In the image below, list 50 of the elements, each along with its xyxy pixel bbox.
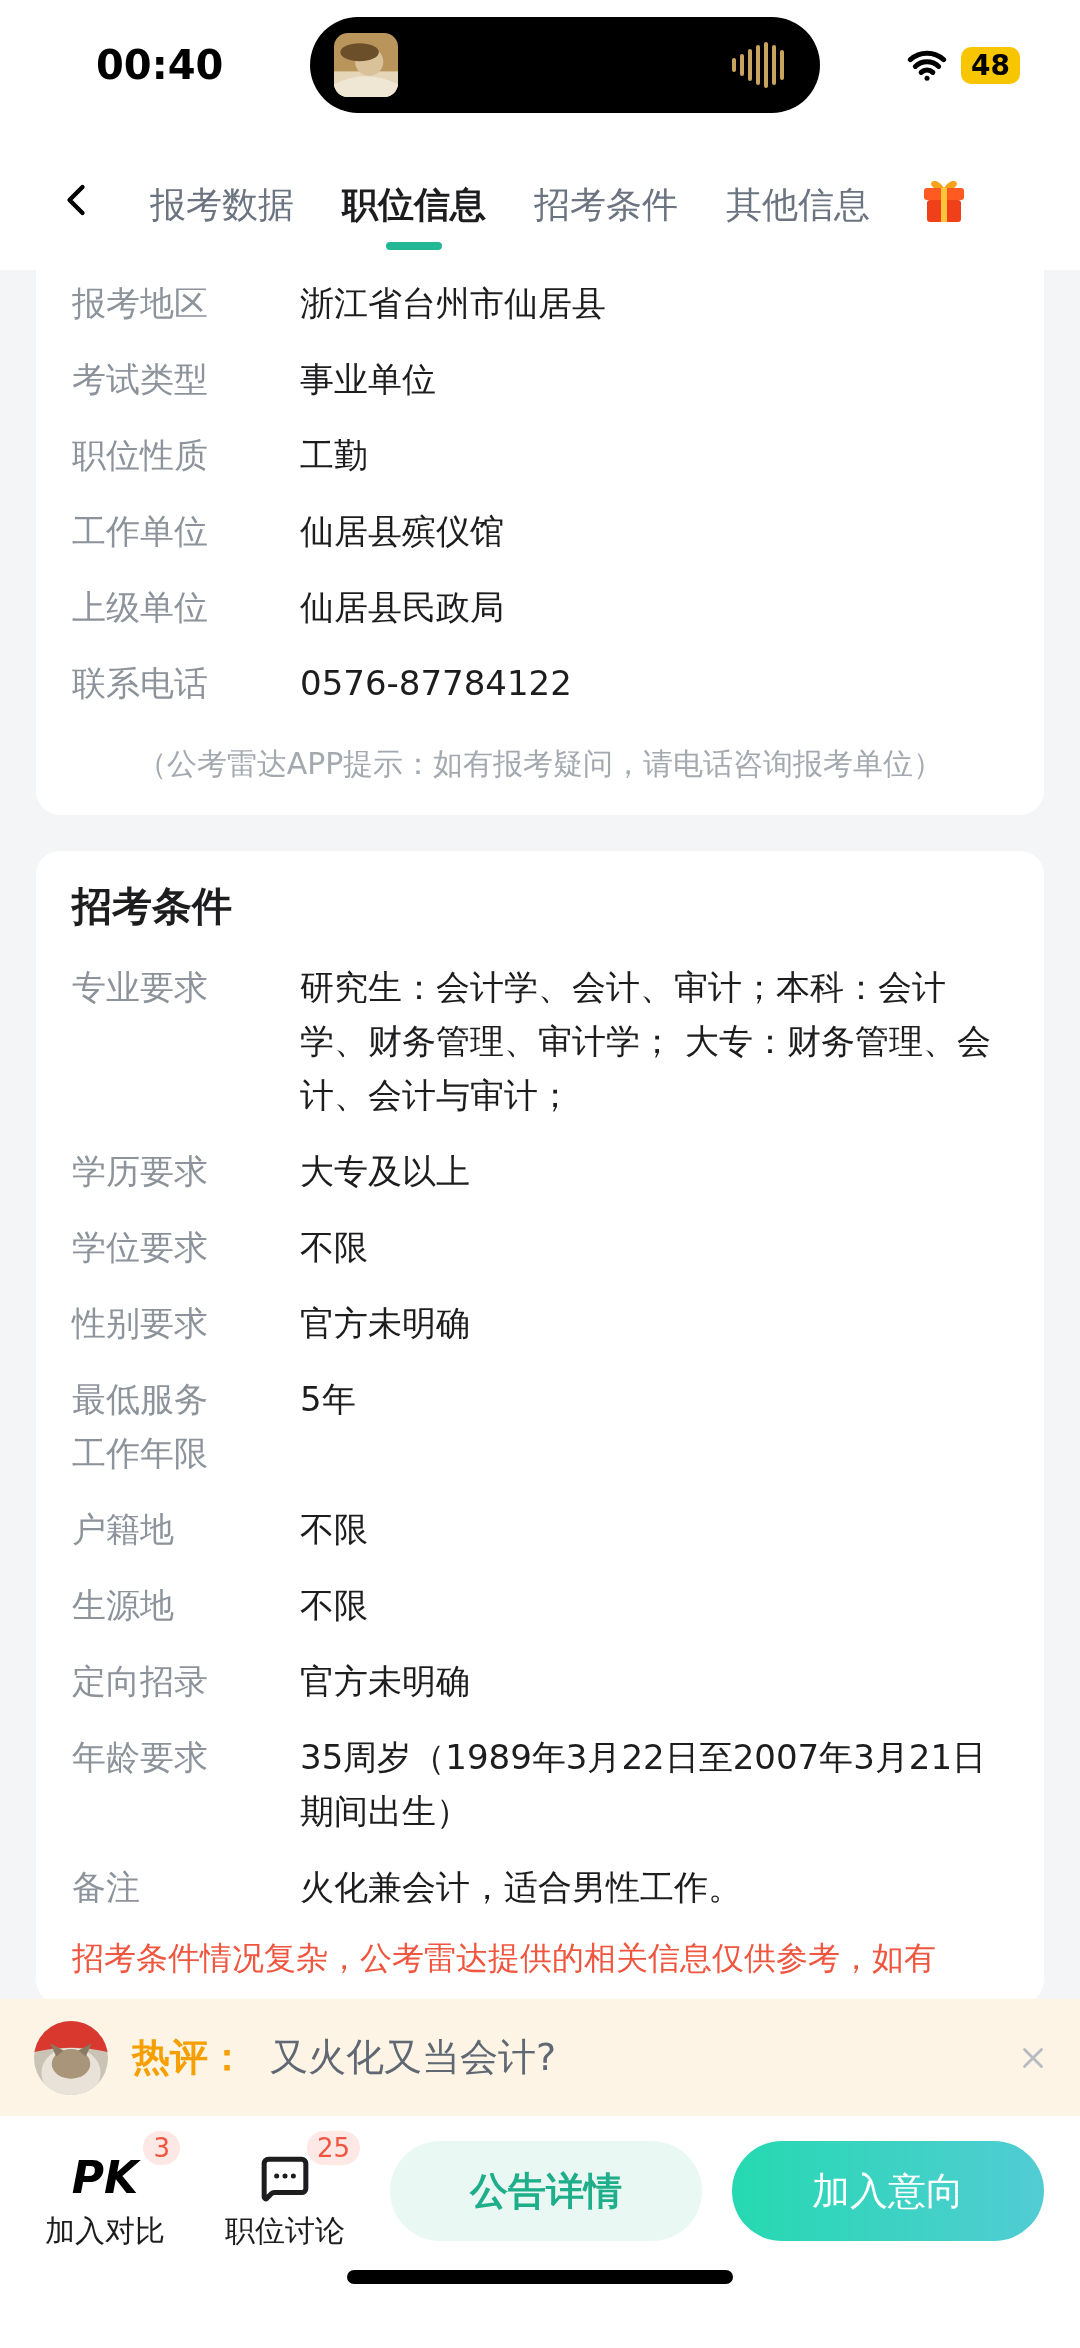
pk-icon: PK <box>71 2152 139 2203</box>
field-value: 工勤 <box>300 434 369 477</box>
field-label: 工作单位 <box>72 510 209 553</box>
count-badge: 25 <box>306 2130 360 2165</box>
field-label: 联系电话 <box>72 662 209 705</box>
field-value: 大专及以上 <box>300 1150 471 1193</box>
field-label: 专业要求 <box>72 966 209 1009</box>
field-label: 学历要求 <box>72 1150 209 1193</box>
field-value: 5年 <box>300 1378 357 1421</box>
field-value: 火化兼会计，适合男性工作。 <box>300 1866 743 1909</box>
discussion-button[interactable]: 职位讨论 25 <box>210 2130 360 2252</box>
battery-level: 48 <box>961 46 1020 84</box>
field-value: 官方未明确 <box>300 1302 471 1345</box>
field-label: 年龄要求 <box>72 1736 209 1779</box>
field-label: 学位要求 <box>72 1226 209 1269</box>
field-label: 考试类型 <box>72 358 209 401</box>
field-value: 不限 <box>300 1508 369 1551</box>
clock-time: 00:40 <box>96 42 224 88</box>
field-label: 职位性质 <box>72 434 209 477</box>
field-label: 报考地区 <box>72 282 209 325</box>
tab[interactable]: 报考数据 <box>150 150 294 250</box>
compare-button[interactable]: PK 加入对比 3 <box>30 2130 180 2252</box>
hot-comment-text: 又火化又当会计? <box>270 2034 558 2081</box>
warning-text: 招考条件情况复杂，公考雷达提供的相关信息仅供参考，如有 <box>72 1938 937 1979</box>
field-value: 仙居县殡仪馆 <box>300 510 505 553</box>
tab[interactable]: 其他信息 <box>726 150 870 250</box>
hot-comment-banner[interactable]: 热评： 又火化又当会计? <box>0 1999 1080 2116</box>
field-value: 0576-87784122 <box>300 662 573 705</box>
field-value: 仙居县民政局 <box>300 586 505 629</box>
field-label: 定向招录 <box>72 1660 209 1703</box>
field-value: 官方未明确 <box>300 1660 471 1703</box>
field-label: 户籍地 <box>72 1508 175 1551</box>
field-label: 最低服务工作年限 <box>72 1378 209 1475</box>
field-label: 生源地 <box>72 1584 175 1627</box>
card-title: 招考条件 <box>72 882 233 931</box>
field-value: 事业单位 <box>300 358 437 401</box>
hot-comment-label: 热评： <box>132 2034 246 2081</box>
field-label: 备注 <box>72 1866 141 1909</box>
details-button[interactable]: 公告详情 <box>390 2141 702 2241</box>
field-value: 不限 <box>300 1226 369 1269</box>
tab[interactable]: 招考条件 <box>534 150 678 250</box>
field-value: 浙江省台州市仙居县 <box>300 282 607 325</box>
count-badge: 3 <box>143 2130 180 2165</box>
field-value: 研究生：会计学、会计、审计；本科：会计学、财务管理、审计学； 大专：财务管理、会计、会计与审计； <box>300 966 992 1117</box>
tab[interactable]: 职位信息 <box>342 150 486 250</box>
hint-text: （公考雷达APP提示：如有报考疑问，请电话咨询报考单位） <box>135 745 945 783</box>
field-label: 性别要求 <box>72 1302 209 1345</box>
field-label: 上级单位 <box>72 586 209 629</box>
field-value: 35周岁（1989年3月22日至2007年3月21日期间出生） <box>300 1736 988 1833</box>
field-value: 不限 <box>300 1584 369 1627</box>
